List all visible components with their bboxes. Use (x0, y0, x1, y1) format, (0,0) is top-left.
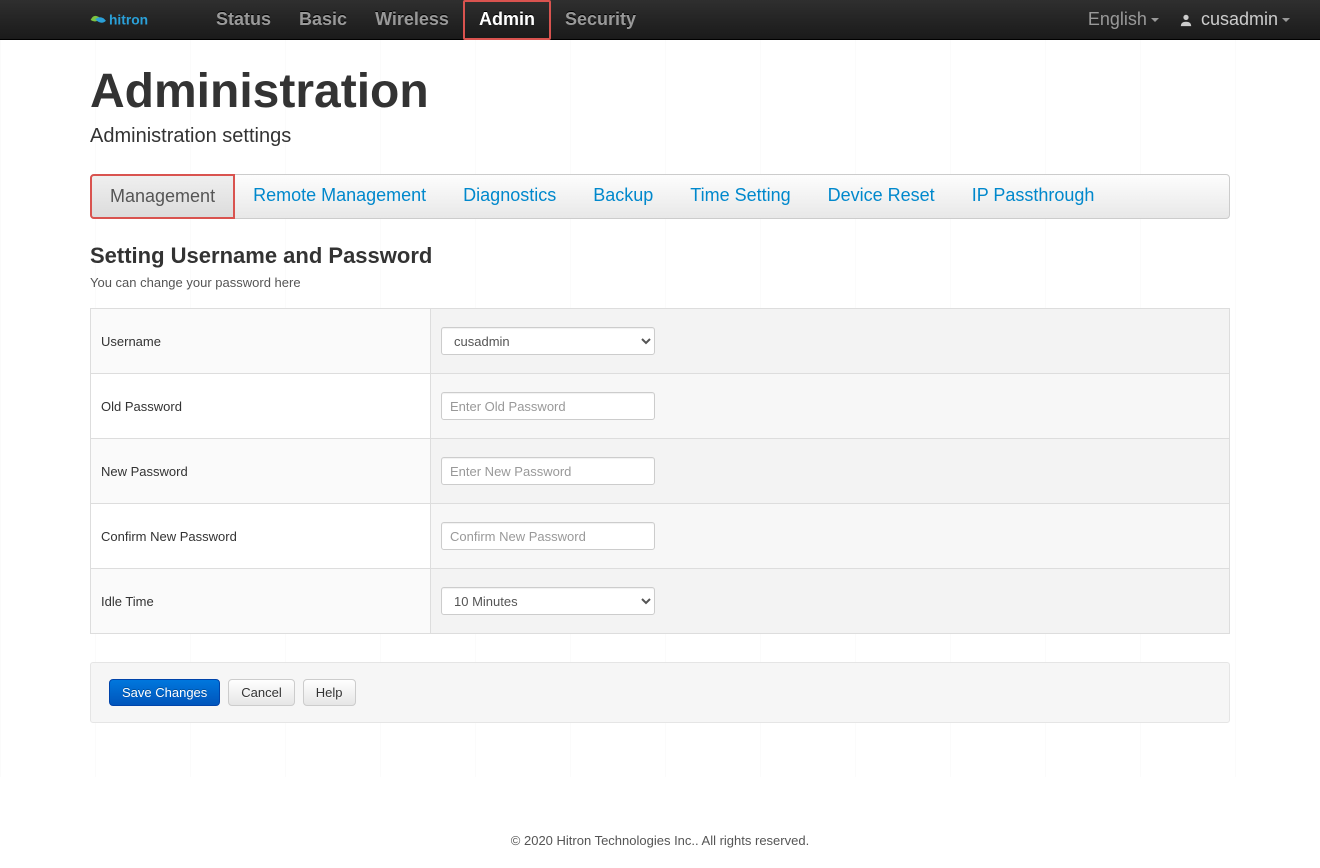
nav-items: Status Basic Wireless Admin Security (202, 0, 650, 39)
button-bar: Save Changes Cancel Help (90, 662, 1230, 723)
chevron-down-icon (1151, 18, 1159, 22)
page-title: Administration (90, 64, 1230, 119)
language-selector[interactable]: English (1078, 9, 1169, 30)
confirm-password-label: Confirm New Password (91, 504, 431, 569)
row-username: Username cusadmin (91, 309, 1230, 374)
top-navbar: hitron Status Basic Wireless Admin Secur… (0, 0, 1320, 40)
tab-device-reset[interactable]: Device Reset (810, 175, 954, 218)
new-password-input[interactable] (441, 457, 655, 485)
save-button[interactable]: Save Changes (109, 679, 220, 706)
username-label: Username (91, 309, 431, 374)
nav-admin[interactable]: Admin (463, 0, 551, 40)
row-idle-time: Idle Time 10 Minutes (91, 569, 1230, 634)
row-old-password: Old Password (91, 374, 1230, 439)
nav-security[interactable]: Security (551, 0, 650, 40)
nav-status[interactable]: Status (202, 0, 285, 40)
tab-diagnostics[interactable]: Diagnostics (445, 175, 575, 218)
page-subtitle: Administration settings (90, 125, 1230, 148)
brand-logo[interactable]: hitron (86, 8, 178, 32)
nav-wireless[interactable]: Wireless (361, 0, 463, 40)
main-container: Administration Administration settings M… (90, 64, 1230, 723)
cancel-button[interactable]: Cancel (228, 679, 294, 706)
old-password-label: Old Password (91, 374, 431, 439)
tab-management[interactable]: Management (90, 174, 235, 219)
svg-text:hitron: hitron (109, 12, 148, 27)
nav-right: English cusadmin (1078, 0, 1300, 39)
confirm-password-input[interactable] (441, 522, 655, 550)
hitron-logo-icon: hitron (86, 8, 178, 32)
section-title: Setting Username and Password (90, 243, 1230, 269)
username-select[interactable]: cusadmin (441, 327, 655, 355)
new-password-label: New Password (91, 439, 431, 504)
row-confirm-password: Confirm New Password (91, 504, 1230, 569)
settings-form: Username cusadmin Old Password New Passw… (90, 308, 1230, 634)
idle-time-select[interactable]: 10 Minutes (441, 587, 655, 615)
tab-time-setting[interactable]: Time Setting (672, 175, 809, 218)
language-label: English (1088, 9, 1147, 30)
nav-basic[interactable]: Basic (285, 0, 361, 40)
footer-text: © 2020 Hitron Technologies Inc.. All rig… (0, 823, 1320, 868)
user-name: cusadmin (1201, 9, 1278, 30)
row-new-password: New Password (91, 439, 1230, 504)
user-icon (1179, 13, 1193, 27)
admin-tabs: Management Remote Management Diagnostics… (90, 174, 1230, 219)
old-password-input[interactable] (441, 392, 655, 420)
help-button[interactable]: Help (303, 679, 356, 706)
tab-ip-passthrough[interactable]: IP Passthrough (954, 175, 1114, 218)
section-desc: You can change your password here (90, 275, 1230, 290)
idle-time-label: Idle Time (91, 569, 431, 634)
tab-remote-management[interactable]: Remote Management (235, 175, 445, 218)
user-menu[interactable]: cusadmin (1169, 9, 1300, 30)
chevron-down-icon (1282, 18, 1290, 22)
tab-backup[interactable]: Backup (575, 175, 672, 218)
